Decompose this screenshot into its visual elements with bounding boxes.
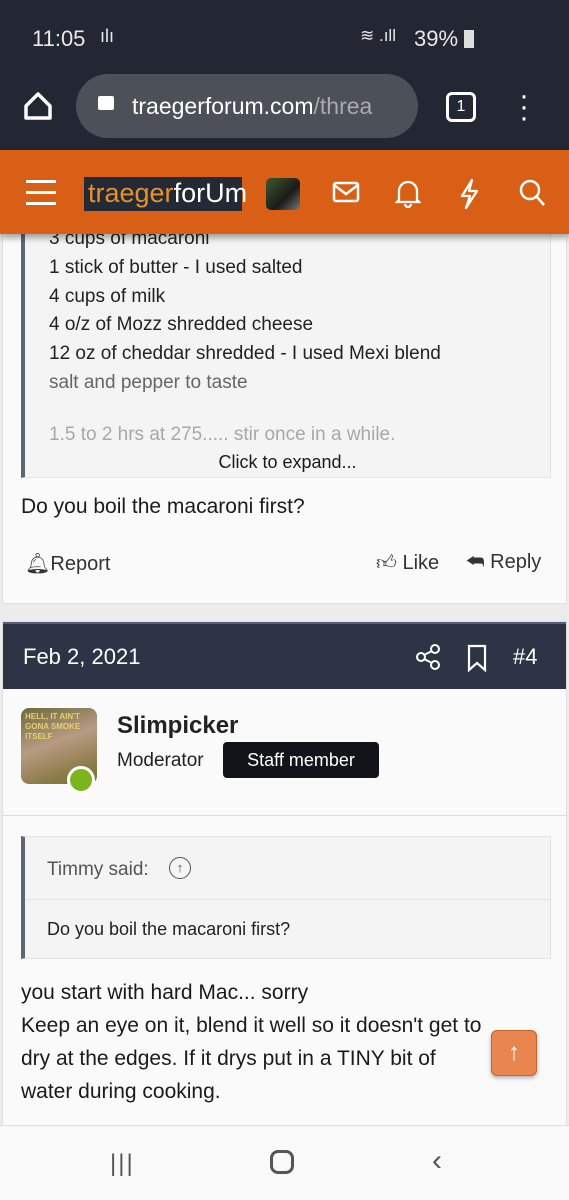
post-body: you start with hard Mac... sorry Keep an… <box>21 976 561 1108</box>
clock: 11:05 <box>32 26 86 51</box>
site-logo[interactable]: traegerforUm <box>84 177 247 211</box>
mail-icon[interactable] <box>332 181 360 203</box>
address-bar[interactable]: traegerforum.com/threa <box>76 74 418 138</box>
report-button[interactable]: 🔔︎Report <box>25 551 110 576</box>
url-domain: traegerforum.com <box>132 93 314 119</box>
user-role: Moderator <box>117 750 204 771</box>
quote-author[interactable]: Timmy said: <box>47 859 149 881</box>
reply-label: Reply <box>490 551 542 573</box>
back-icon[interactable]: ‹ <box>432 1144 442 1178</box>
quote-block: Timmy said: ↑ Do you boil the macaroni f… <box>21 836 551 959</box>
quote-block: 3 cups of macaroni 1 stick of butter - I… <box>21 201 551 478</box>
body-line: water during cooking. <box>21 1080 221 1103</box>
search-icon[interactable] <box>518 178 546 208</box>
user-avatar-button[interactable] <box>266 178 300 210</box>
home-nav-icon[interactable] <box>270 1150 294 1174</box>
reply-button[interactable]: ⮪ Reply <box>466 551 541 574</box>
online-status-icon <box>67 766 95 794</box>
thumbs-up-icon: 👍︎ <box>376 552 397 574</box>
quote-line: 4 o/z of Mozz shredded cheese <box>49 314 314 335</box>
body-line: you start with hard Mac... sorry <box>21 981 309 1004</box>
like-button[interactable]: 👍︎ Like <box>376 551 439 575</box>
logo-text: forUm <box>173 178 248 208</box>
body-line: dry at the edges. If it drys put in a TI… <box>21 1047 436 1070</box>
battery-icon <box>464 30 474 48</box>
share-icon[interactable] <box>415 644 441 670</box>
quote-line: 12 oz of cheddar shredded - I used Mexi … <box>49 343 441 364</box>
post-header: Feb 2, 2021 #4 <box>3 622 566 689</box>
logo-text: traeger <box>88 178 174 208</box>
post-number[interactable]: #4 <box>513 644 537 670</box>
reply-icon: ⮪ <box>466 551 485 573</box>
bookmark-icon[interactable] <box>466 644 488 672</box>
quote-body: Do you boil the macaroni first? <box>47 919 291 939</box>
avatar-caption: HELL, IT AIN'T GONA SMOKE ITSELF <box>25 712 81 741</box>
hamburger-icon[interactable] <box>26 180 56 205</box>
staff-member-badge: Staff member <box>223 742 379 778</box>
tabs-button[interactable]: 1 <box>446 92 476 122</box>
post-date[interactable]: Feb 2, 2021 <box>23 644 140 670</box>
recent-apps-icon[interactable]: ||| <box>110 1150 135 1178</box>
post-body: Do you boil the macaroni first? <box>21 495 305 518</box>
lightning-icon[interactable] <box>458 178 480 210</box>
battery-level: 39% <box>414 26 459 51</box>
username[interactable]: Slimpicker <box>117 712 238 740</box>
click-to-expand-link[interactable]: Click to expand... <box>25 452 550 473</box>
post-4: Feb 2, 2021 #4 HELL, IT AIN'T GONA SMOKE… <box>2 621 567 1126</box>
like-label: Like <box>402 552 440 574</box>
scroll-to-top-button[interactable]: ↑ <box>491 1030 537 1076</box>
site-header: traegerforUm <box>0 150 569 234</box>
bell-icon: 🔔︎ <box>25 553 51 575</box>
quote-line: 1 stick of butter - I used salted <box>49 257 303 278</box>
post-3: 3 cups of macaroni 1 stick of butter - I… <box>2 200 567 604</box>
quote-line: salt and pepper to taste <box>49 372 248 393</box>
arrow-up-circle-icon[interactable]: ↑ <box>169 857 191 879</box>
status-bar: 11:05 ılı ≋ .ıll 39% <box>0 0 569 70</box>
quote-line: 1.5 to 2 hrs at 275..... stir once in a … <box>49 424 396 445</box>
activity-icon: ılı <box>100 26 115 46</box>
url-path: /threa <box>313 93 373 119</box>
home-icon[interactable] <box>22 90 54 122</box>
wifi-signal-icon: ≋ .ıll <box>360 26 396 45</box>
quote-line: 4 cups of milk <box>49 286 166 307</box>
report-label: Report <box>50 553 111 575</box>
android-nav-bar: ||| ‹ <box>0 1125 569 1200</box>
divider <box>3 815 566 816</box>
lock-icon <box>98 96 114 110</box>
body-line: Keep an eye on it, blend it well so it d… <box>21 1014 482 1037</box>
browser-toolbar: traegerforum.com/threa 1 · · · <box>0 70 569 150</box>
menu-icon[interactable]: · · · <box>512 81 536 133</box>
bell-icon[interactable] <box>395 178 421 208</box>
